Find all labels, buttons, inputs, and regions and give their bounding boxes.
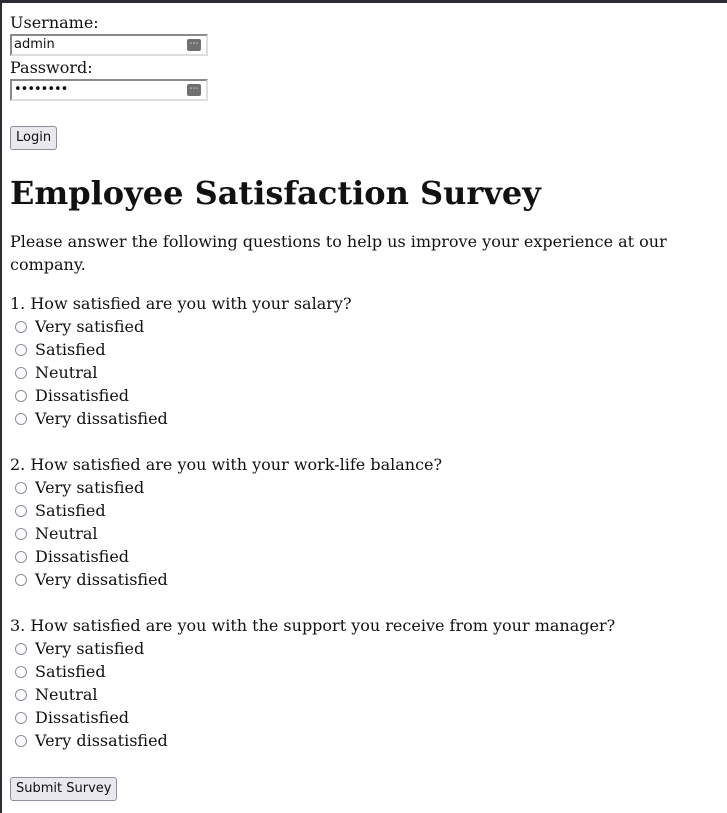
radio-button[interactable]: [15, 688, 27, 701]
login-form: Username: admin ⋯ Password: •••••••• ⋯ L…: [10, 11, 719, 150]
survey-question: 3. How satisfied are you with the suppor…: [10, 614, 719, 752]
radio-option[interactable]: Satisfied: [10, 660, 719, 683]
radio-label: Satisfied: [35, 662, 106, 681]
radio-option[interactable]: Satisfied: [10, 499, 719, 522]
radio-option[interactable]: Dissatisfied: [10, 545, 719, 568]
question-text: 1. How satisfied are you with your salar…: [10, 294, 352, 313]
radio-button[interactable]: [15, 734, 27, 747]
radio-button[interactable]: [15, 366, 27, 379]
radio-label: Satisfied: [35, 501, 106, 520]
password-manager-icon[interactable]: ⋯: [187, 84, 201, 96]
radio-label: Dissatisfied: [35, 547, 130, 566]
radio-option[interactable]: Very satisfied: [10, 637, 719, 660]
radio-label: Neutral: [35, 363, 98, 382]
radio-button[interactable]: [15, 389, 27, 402]
radio-button[interactable]: [15, 642, 27, 655]
radio-label: Very satisfied: [35, 478, 145, 497]
radio-option[interactable]: Satisfied: [10, 338, 719, 361]
radio-button[interactable]: [15, 412, 27, 425]
radio-button[interactable]: [15, 665, 27, 678]
radio-option[interactable]: Very dissatisfied: [10, 407, 719, 430]
radio-label: Very satisfied: [35, 639, 145, 658]
radio-button[interactable]: [15, 481, 27, 494]
radio-option[interactable]: Very satisfied: [10, 315, 719, 338]
survey-questions: 1. How satisfied are you with your salar…: [10, 292, 719, 752]
radio-button[interactable]: [15, 320, 27, 333]
radio-label: Very dissatisfied: [35, 570, 168, 589]
radio-option[interactable]: Very satisfied: [10, 476, 719, 499]
radio-option[interactable]: Very dissatisfied: [10, 729, 719, 752]
password-label: Password:: [10, 58, 93, 77]
login-button[interactable]: Login: [10, 126, 58, 150]
password-input[interactable]: •••••••• ⋯: [10, 79, 208, 101]
radio-option[interactable]: Neutral: [10, 522, 719, 545]
radio-option[interactable]: Neutral: [10, 361, 719, 384]
radio-option[interactable]: Dissatisfied: [10, 384, 719, 407]
radio-label: Dissatisfied: [35, 708, 130, 727]
radio-label: Very dissatisfied: [35, 409, 168, 428]
radio-button[interactable]: [15, 527, 27, 540]
username-label: Username:: [10, 13, 99, 32]
radio-label: Satisfied: [35, 340, 106, 359]
radio-label: Very dissatisfied: [35, 731, 168, 750]
username-input[interactable]: admin ⋯: [10, 34, 208, 56]
radio-label: Neutral: [35, 524, 98, 543]
radio-button[interactable]: [15, 711, 27, 724]
radio-button[interactable]: [15, 343, 27, 356]
question-text: 3. How satisfied are you with the suppor…: [10, 616, 616, 635]
radio-option[interactable]: Very dissatisfied: [10, 568, 719, 591]
survey-question: 1. How satisfied are you with your salar…: [10, 292, 719, 430]
radio-label: Very satisfied: [35, 317, 145, 336]
radio-option[interactable]: Dissatisfied: [10, 706, 719, 729]
radio-label: Neutral: [35, 685, 98, 704]
radio-option[interactable]: Neutral: [10, 683, 719, 706]
radio-button[interactable]: [15, 550, 27, 563]
username-value: admin: [14, 37, 55, 52]
radio-button[interactable]: [15, 504, 27, 517]
survey-intro: Please answer the following questions to…: [10, 232, 667, 274]
radio-label: Dissatisfied: [35, 386, 130, 405]
page-title: Employee Satisfaction Survey: [10, 174, 541, 212]
survey-question: 2. How satisfied are you with your work-…: [10, 453, 719, 591]
radio-button[interactable]: [15, 573, 27, 586]
question-text: 2. How satisfied are you with your work-…: [10, 455, 443, 474]
submit-survey-button[interactable]: Submit Survey: [10, 777, 118, 801]
password-manager-icon[interactable]: ⋯: [187, 39, 201, 51]
page: Username: admin ⋯ Password: •••••••• ⋯ L…: [2, 3, 727, 801]
password-value: ••••••••: [14, 82, 68, 97]
